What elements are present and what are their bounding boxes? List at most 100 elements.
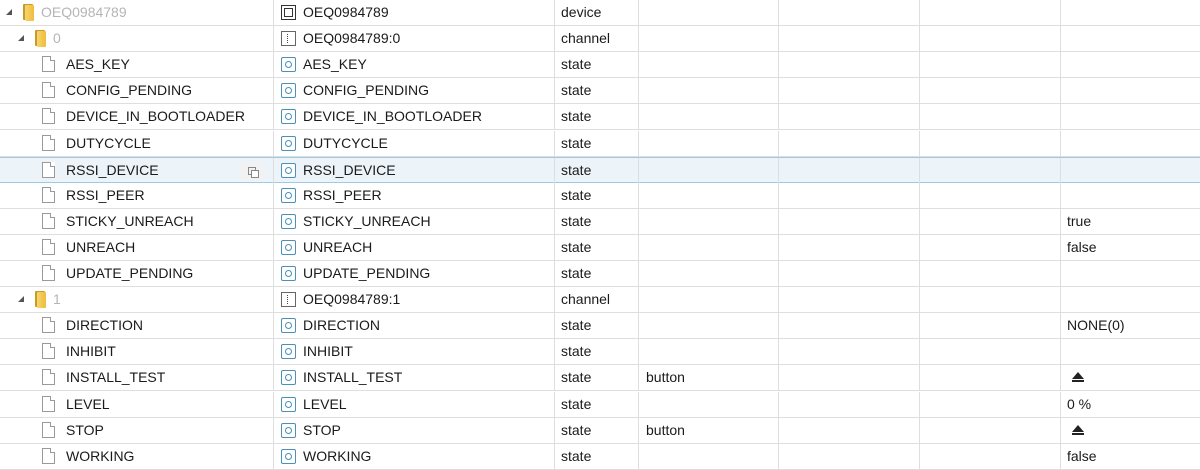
state-name: INSTALL_TEST xyxy=(66,369,166,386)
tree-row[interactable]: DIRECTION DIRECTION state NONE(0) xyxy=(0,313,1200,340)
tree-row[interactable]: 0 OEQ0984789:0 channel xyxy=(0,26,1200,53)
function-cell xyxy=(920,443,1061,469)
role-cell xyxy=(639,391,779,417)
id-cell: DIRECTION xyxy=(274,313,555,339)
object-tree-table: OEQ0984789 OEQ0984789 device 0 OEQ0984789:0 c… xyxy=(0,0,1200,470)
eject-icon[interactable] xyxy=(1067,420,1089,440)
role-cell xyxy=(639,287,779,313)
id-cell: INSTALL_TEST xyxy=(274,365,555,391)
function-cell xyxy=(920,313,1061,339)
id-cell: STICKY_UNREACH xyxy=(274,208,555,234)
file-icon xyxy=(42,108,55,125)
id-cell: DUTYCYCLE xyxy=(274,130,555,156)
tree-row[interactable]: INHIBIT INHIBIT state xyxy=(0,339,1200,366)
tree-row[interactable]: WORKING WORKING state false xyxy=(0,443,1200,470)
function-cell xyxy=(920,417,1061,443)
tree-row[interactable]: UNREACH UNREACH state false xyxy=(0,234,1200,261)
type-cell: channel xyxy=(555,26,639,52)
state-icon xyxy=(281,213,296,229)
room-cell xyxy=(779,104,920,130)
tree-row[interactable]: STOP STOP state button xyxy=(0,417,1200,444)
file-icon xyxy=(42,212,55,229)
file-icon xyxy=(42,369,55,386)
value-cell xyxy=(1061,131,1200,156)
object-id: OEQ0984789 xyxy=(303,4,389,20)
object-id: UNREACH xyxy=(303,238,373,255)
device-icon xyxy=(281,5,296,20)
tree-row[interactable]: DUTYCYCLE DUTYCYCLE state xyxy=(0,130,1200,157)
object-id: DIRECTION xyxy=(303,317,380,334)
state-name: STOP xyxy=(66,421,104,438)
function-cell xyxy=(920,104,1061,130)
value-cell xyxy=(1061,0,1200,25)
function-cell xyxy=(920,52,1061,78)
state-icon xyxy=(281,162,296,178)
name-cell: DUTYCYCLE xyxy=(0,130,274,156)
name-cell: DEVICE_IN_BOOTLOADER xyxy=(0,104,274,130)
value-cell: false xyxy=(1061,444,1200,469)
room-cell xyxy=(779,339,920,365)
role-cell xyxy=(639,104,779,130)
state-icon xyxy=(281,109,296,125)
room-cell xyxy=(779,313,920,339)
tree-row[interactable]: 1 OEQ0984789:1 channel xyxy=(0,287,1200,314)
tree-node-label: OEQ0984789 xyxy=(41,4,127,20)
channel-icon xyxy=(281,31,296,47)
tree-row[interactable]: AES_KEY AES_KEY state xyxy=(0,52,1200,79)
object-id: RSSI_DEVICE xyxy=(303,161,396,178)
name-cell: DIRECTION xyxy=(0,313,274,339)
name-cell: UNREACH xyxy=(0,234,274,260)
id-cell: RSSI_DEVICE xyxy=(274,157,555,183)
type-cell: state xyxy=(555,157,639,183)
type-cell: state xyxy=(555,78,639,104)
tree-row[interactable]: INSTALL_TEST INSTALL_TEST state button xyxy=(0,365,1200,392)
tree-row[interactable]: OEQ0984789 OEQ0984789 device xyxy=(0,0,1200,26)
type-cell: state xyxy=(555,313,639,339)
channel-icon xyxy=(281,292,296,308)
state-name: RSSI_DEVICE xyxy=(66,161,159,178)
expand-toggle-icon[interactable] xyxy=(18,296,24,303)
file-icon xyxy=(42,56,55,73)
function-cell xyxy=(920,287,1061,313)
role-cell: button xyxy=(639,365,779,391)
room-cell xyxy=(779,208,920,234)
tree-row[interactable]: STICKY_UNREACH STICKY_UNREACH state true xyxy=(0,208,1200,235)
tree-row[interactable]: UPDATE_PENDING UPDATE_PENDING state xyxy=(0,261,1200,287)
name-cell: RSSI_DEVICE xyxy=(0,157,274,183)
id-cell: OEQ0984789:1 xyxy=(274,287,555,313)
type-cell: device xyxy=(555,0,639,25)
function-cell xyxy=(920,234,1061,260)
expand-toggle-icon[interactable] xyxy=(6,9,12,15)
object-id: OEQ0984789:1 xyxy=(303,291,401,308)
value-cell xyxy=(1061,339,1200,364)
file-icon xyxy=(42,421,55,438)
file-icon xyxy=(42,343,55,360)
role-cell xyxy=(639,313,779,339)
expand-toggle-icon[interactable] xyxy=(18,35,24,42)
tree-row[interactable]: DEVICE_IN_BOOTLOADER DEVICE_IN_BOOTLOADER… xyxy=(0,104,1200,131)
room-cell xyxy=(779,130,920,156)
object-id: DEVICE_IN_BOOTLOADER xyxy=(303,108,482,125)
id-cell: OEQ0984789 xyxy=(274,0,555,25)
value-text: 0 % xyxy=(1067,395,1092,412)
object-id: OEQ0984789:0 xyxy=(303,30,401,47)
eject-icon[interactable] xyxy=(1067,368,1089,388)
room-cell xyxy=(779,365,920,391)
tree-row[interactable]: LEVEL LEVEL state 0 % xyxy=(0,391,1200,418)
copy-icon[interactable] xyxy=(240,161,264,180)
state-name: STICKY_UNREACH xyxy=(66,212,194,229)
role-cell xyxy=(639,443,779,469)
value-cell: NONE(0) xyxy=(1061,313,1200,338)
tree-row[interactable]: RSSI_PEER RSSI_PEER state xyxy=(0,182,1200,209)
object-id: CONFIG_PENDING xyxy=(303,82,430,99)
state-name: DIRECTION xyxy=(66,317,143,334)
tree-row[interactable]: CONFIG_PENDING CONFIG_PENDING state xyxy=(0,78,1200,105)
id-cell: AES_KEY xyxy=(274,52,555,78)
tree-row[interactable]: RSSI_DEVICE RSSI_DEVICE state xyxy=(0,156,1200,183)
type-cell: state xyxy=(555,182,639,208)
name-cell: CONFIG_PENDING xyxy=(0,78,274,104)
object-id: INSTALL_TEST xyxy=(303,369,403,386)
state-icon xyxy=(281,344,296,360)
room-cell xyxy=(779,26,920,52)
value-cell xyxy=(1061,26,1200,51)
